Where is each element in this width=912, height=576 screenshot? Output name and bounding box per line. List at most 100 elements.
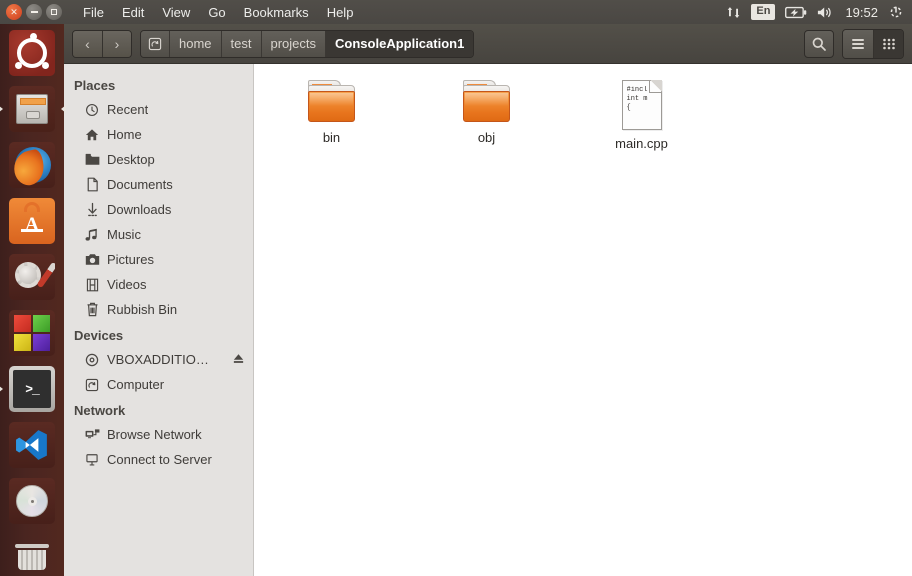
sidebar-item-browse-network[interactable]: Browse Network: [64, 422, 253, 447]
file-manager-toolbar: ‹ › home test projects ConsoleApplicatio…: [64, 24, 912, 64]
file-cabinet-icon: [9, 86, 55, 132]
breadcrumb-item-test[interactable]: test: [221, 30, 262, 57]
sidebar-item-label: Videos: [107, 277, 147, 292]
disc-icon: [84, 353, 100, 367]
launcher-item-files[interactable]: [7, 84, 57, 134]
volume-icon[interactable]: [817, 5, 835, 20]
sidebar-item-recent[interactable]: Recent: [64, 97, 253, 122]
clock[interactable]: 19:52: [845, 5, 878, 20]
sidebar-item-documents[interactable]: Documents: [64, 172, 253, 197]
power-gear-icon[interactable]: [888, 4, 904, 20]
launcher-item-visual-studio[interactable]: [7, 420, 57, 470]
eject-icon[interactable]: [232, 352, 245, 368]
menu-go[interactable]: Go: [199, 2, 234, 23]
file-name-label: bin: [322, 130, 341, 145]
sidebar-item-computer[interactable]: Computer: [64, 372, 253, 397]
keyboard-layout-label: En: [751, 4, 776, 20]
menu-help[interactable]: Help: [318, 2, 363, 23]
file-item-main-cpp[interactable]: #incl int m { main.cpp: [564, 74, 719, 157]
file-item-bin[interactable]: bin: [254, 74, 409, 157]
search-button[interactable]: [804, 29, 834, 58]
sidebar-item-downloads[interactable]: Downloads: [64, 197, 253, 222]
minimize-icon: [30, 11, 38, 13]
menu-bookmarks[interactable]: Bookmarks: [235, 2, 318, 23]
file-manager-body: Places Recent Home Desktop Documents Dow…: [64, 64, 912, 576]
back-button[interactable]: ‹: [73, 30, 102, 57]
unity-launcher: A >_: [0, 24, 64, 576]
folder-icon: [307, 80, 357, 124]
sidebar-item-connect-to-server[interactable]: Connect to Server: [64, 447, 253, 472]
sidebar-item-label: Documents: [107, 177, 173, 192]
computer-icon: [84, 378, 100, 392]
folder-icon: [462, 80, 512, 124]
menu-edit[interactable]: Edit: [113, 2, 153, 23]
camera-icon: [84, 253, 100, 267]
launcher-item-disc[interactable]: [7, 476, 57, 526]
list-view-button[interactable]: [843, 29, 873, 58]
forward-button[interactable]: ›: [102, 30, 131, 57]
music-note-icon: [84, 228, 100, 242]
window-controls: ✕: [0, 4, 62, 20]
minimize-button[interactable]: [26, 4, 42, 20]
sidebar-item-label: Downloads: [107, 202, 172, 217]
maximize-button[interactable]: [46, 4, 62, 20]
sidebar-item-vboxadditions[interactable]: VBOXADDITIO…: [64, 347, 253, 372]
sidebar-item-label: Pictures: [107, 252, 154, 267]
sidebar-item-label: Connect to Server: [107, 452, 212, 467]
ubuntu-logo-icon: [9, 30, 55, 76]
clock-icon: [84, 103, 100, 117]
breadcrumb-item-consoleapplication1[interactable]: ConsoleApplication1: [326, 30, 474, 57]
preview-line: #incl: [626, 86, 648, 94]
sidebar-item-home[interactable]: Home: [64, 122, 253, 147]
sidebar-item-videos[interactable]: Videos: [64, 272, 253, 297]
launcher-item-ubuntu-dash[interactable]: [7, 28, 57, 78]
house-icon: [84, 128, 100, 142]
view-switcher: [842, 28, 904, 59]
file-name-label: obj: [477, 130, 496, 145]
menu-file[interactable]: File: [74, 2, 113, 23]
file-list-view[interactable]: bin obj #incl int m {main.cpp: [254, 64, 912, 576]
keyboard-layout-indicator[interactable]: En: [751, 4, 776, 20]
color-blocks-icon: [9, 310, 55, 356]
sidebar-item-label: Rubbish Bin: [107, 302, 178, 317]
sidebar: Places Recent Home Desktop Documents Dow…: [64, 64, 254, 576]
launcher-item-system-settings[interactable]: [7, 252, 57, 302]
sidebar-item-label: Music: [107, 227, 141, 242]
disc-icon: [9, 478, 55, 524]
file-grid: bin obj #incl int m {main.cpp: [254, 74, 912, 157]
icon-view-button[interactable]: [873, 29, 903, 58]
sidebar-section-devices-title: Devices: [74, 328, 124, 343]
gear-wrench-icon: [9, 254, 55, 300]
file-item-obj[interactable]: obj: [409, 74, 564, 157]
navigation-buttons: ‹ ›: [72, 29, 132, 58]
network-browse-icon: [84, 428, 100, 442]
download-arrow-icon: [84, 202, 100, 217]
battery-icon[interactable]: [785, 6, 807, 19]
network-transfer-icon[interactable]: [726, 5, 741, 20]
sidebar-section-network-title: Network: [74, 403, 126, 418]
menu-view[interactable]: View: [153, 2, 199, 23]
sidebar-section-places-title: Places: [74, 78, 116, 93]
launcher-item-firefox[interactable]: [7, 140, 57, 190]
sidebar-item-music[interactable]: Music: [64, 222, 253, 247]
trash-icon: [84, 302, 100, 317]
menu-bar: File Edit View Go Bookmarks Help: [74, 2, 362, 23]
close-button[interactable]: ✕: [6, 4, 22, 20]
launcher-item-terminal[interactable]: >_: [7, 364, 57, 414]
launcher-item-color-blocks-app[interactable]: [7, 308, 57, 358]
folder-icon: [84, 153, 100, 167]
toolbar-right-group: [804, 28, 904, 59]
source-document-icon: #incl int m {: [621, 80, 662, 130]
breadcrumb-drive-home-icon[interactable]: [141, 30, 170, 57]
sidebar-item-label: Desktop: [107, 152, 155, 167]
sidebar-item-rubbish-bin[interactable]: Rubbish Bin: [64, 297, 253, 322]
visual-studio-icon: [9, 422, 55, 468]
sidebar-item-pictures[interactable]: Pictures: [64, 247, 253, 272]
sidebar-item-label: VBOXADDITIO…: [107, 352, 209, 367]
breadcrumb-item-projects[interactable]: projects: [261, 30, 327, 57]
launcher-item-rubbish-bin[interactable]: [7, 532, 57, 576]
launcher-item-ubuntu-software[interactable]: A: [7, 196, 57, 246]
breadcrumb-item-home[interactable]: home: [170, 30, 222, 57]
sidebar-item-desktop[interactable]: Desktop: [64, 147, 253, 172]
preview-line: {: [626, 104, 631, 112]
